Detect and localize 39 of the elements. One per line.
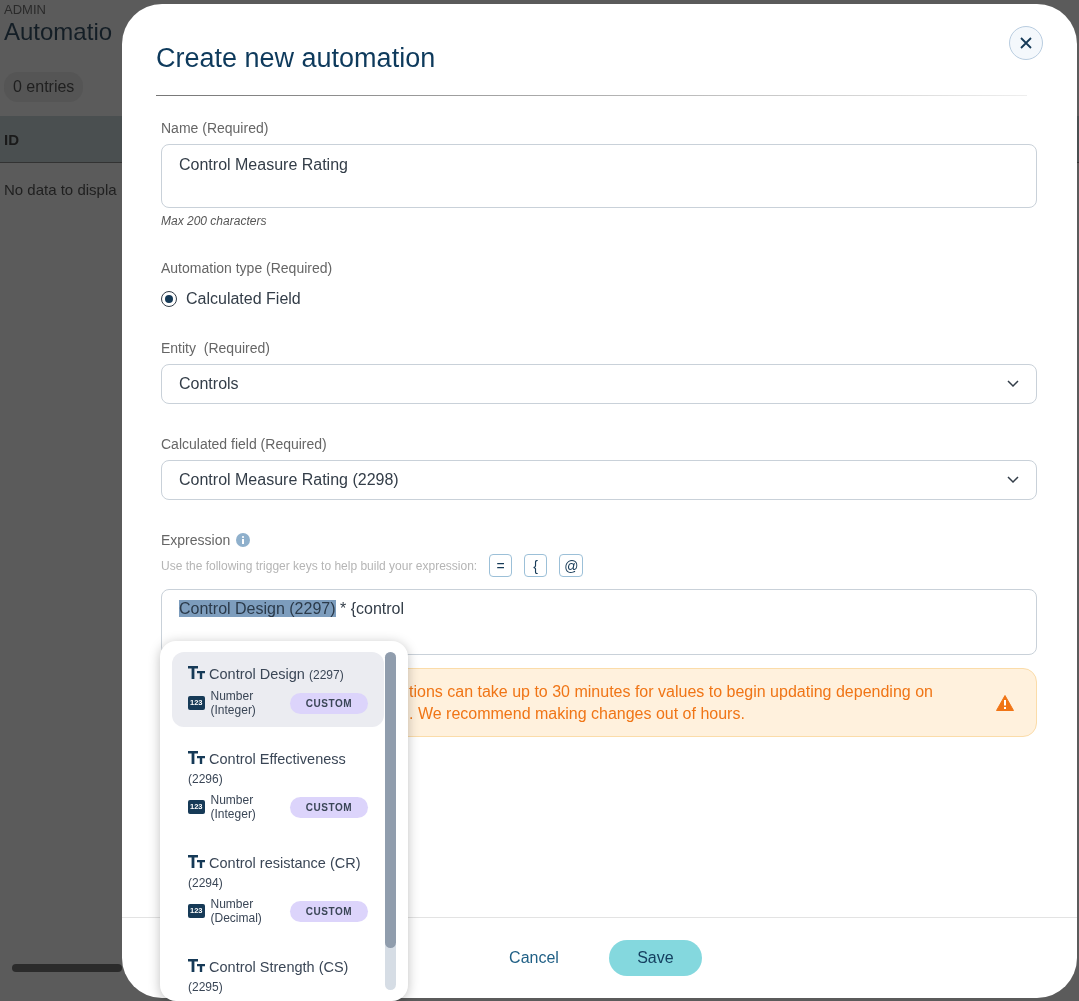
text-type-icon [188, 855, 205, 868]
field-label: Name (Required) [161, 120, 270, 136]
custom-tag: CUSTOM [289, 796, 368, 818]
scrollbar[interactable] [12, 964, 122, 972]
expression-hint: Use the following trigger keys to help build your expression: [161, 558, 478, 573]
select-field[interactable]: Controls [161, 364, 1037, 404]
name-input[interactable]: Control Measure Rating [161, 144, 1037, 208]
radio-label: Calculated Field [186, 290, 301, 308]
field-type: Number (Decimal) [210, 897, 263, 925]
custom-tag: CUSTOM [289, 900, 368, 922]
dialog-title: Create new automation [156, 42, 436, 75]
page-title: Automatio [4, 18, 113, 46]
warning-text: . We recommend making changes out of hours. [409, 703, 746, 724]
caret-icon [1007, 380, 1019, 388]
close-icon[interactable] [1009, 26, 1043, 60]
text-type-icon [188, 959, 205, 972]
field-type: Number (Integer) [210, 793, 257, 821]
select-field[interactable]: Control Measure Rating (2298) [161, 460, 1037, 500]
field-label: Calculated field (Required) [161, 436, 328, 452]
caret-icon [1007, 476, 1019, 484]
text-type-icon [188, 666, 205, 679]
suggestion-item[interactable]: Control Strength (CS) (2295) [172, 945, 384, 1001]
info-icon[interactable] [236, 533, 251, 547]
trigger-key[interactable]: = [489, 554, 513, 577]
field-hint: Max 200 characters [161, 214, 268, 228]
field-label: Expression [161, 532, 231, 548]
cancel-button[interactable]: Cancel [497, 941, 571, 975]
custom-tag: CUSTOM [289, 692, 368, 714]
save-button[interactable]: Save [608, 940, 702, 976]
trigger-key[interactable]: { [524, 554, 548, 577]
warning-text: tions can take up to 30 minutes for values to begin updating depending on [409, 681, 934, 702]
field-label: Automation type (Required) [161, 260, 334, 276]
warning-icon [996, 694, 1014, 711]
scrollbar[interactable] [385, 652, 396, 990]
trigger-key[interactable]: @ [559, 554, 584, 577]
field-type: Number (Integer) [210, 689, 257, 717]
field-label: Entity (Required) [161, 340, 271, 356]
text-type-icon [188, 751, 205, 764]
empty-message: No data to displa [4, 181, 117, 198]
